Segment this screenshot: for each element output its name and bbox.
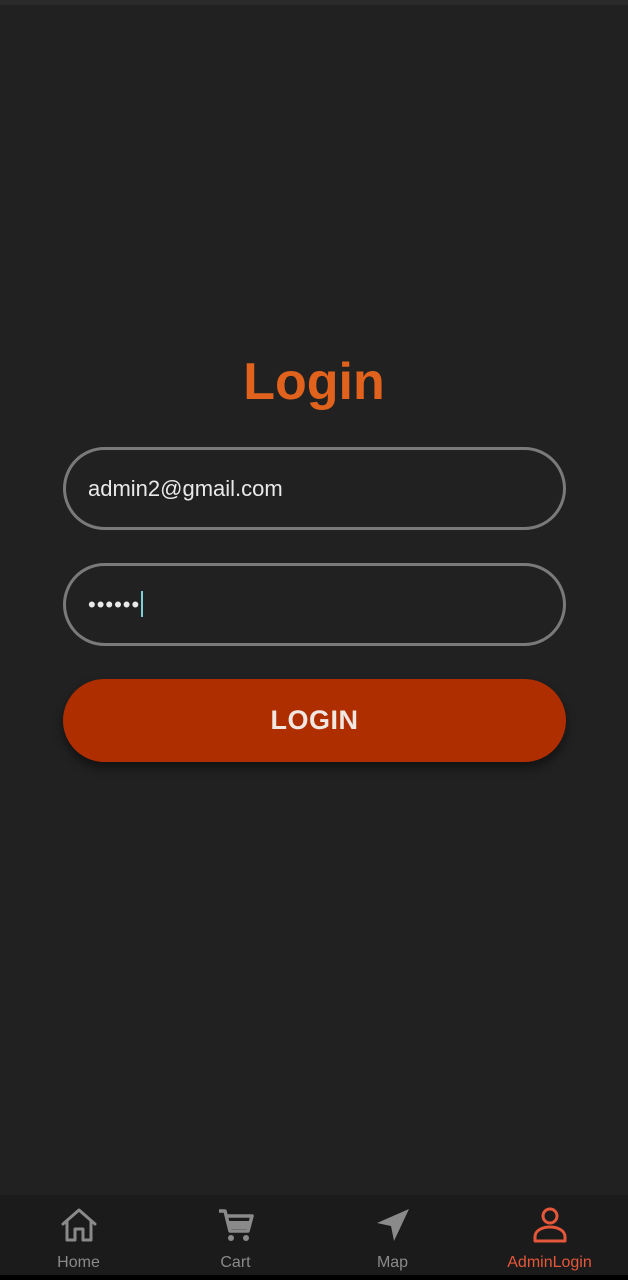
nav-item-home[interactable]: Home: [0, 1195, 157, 1275]
nav-label-home: Home: [57, 1254, 100, 1271]
navigation-icon: [371, 1203, 415, 1247]
status-bar: [0, 0, 628, 5]
system-nav-bar: [0, 1275, 628, 1280]
email-field[interactable]: admin2@gmail.com: [63, 447, 566, 530]
admin-login-screen: Login admin2@gmail.com •••••• LOGIN Home: [0, 0, 628, 1280]
nav-label-map: Map: [376, 1254, 409, 1271]
login-button[interactable]: LOGIN: [63, 679, 566, 762]
text-caret: [141, 591, 144, 618]
home-icon: [57, 1203, 101, 1247]
password-field-value: ••••••: [88, 566, 144, 643]
person-icon: [528, 1203, 572, 1247]
nav-item-adminlogin[interactable]: AdminLogin: [471, 1195, 628, 1275]
nav-label-cart: Cart: [220, 1254, 251, 1271]
bottom-navigation: Home Cart Map AdminLogin: [0, 1195, 628, 1275]
page-title: Login: [243, 353, 385, 411]
nav-item-cart[interactable]: Cart: [157, 1195, 314, 1275]
email-field-value: admin2@gmail.com: [88, 476, 283, 501]
nav-label-adminlogin: AdminLogin: [507, 1254, 592, 1271]
password-field[interactable]: ••••••: [63, 563, 566, 646]
password-masked-text: ••••••: [88, 592, 141, 617]
cart-icon: [214, 1203, 258, 1247]
nav-item-map[interactable]: Map: [314, 1195, 471, 1275]
